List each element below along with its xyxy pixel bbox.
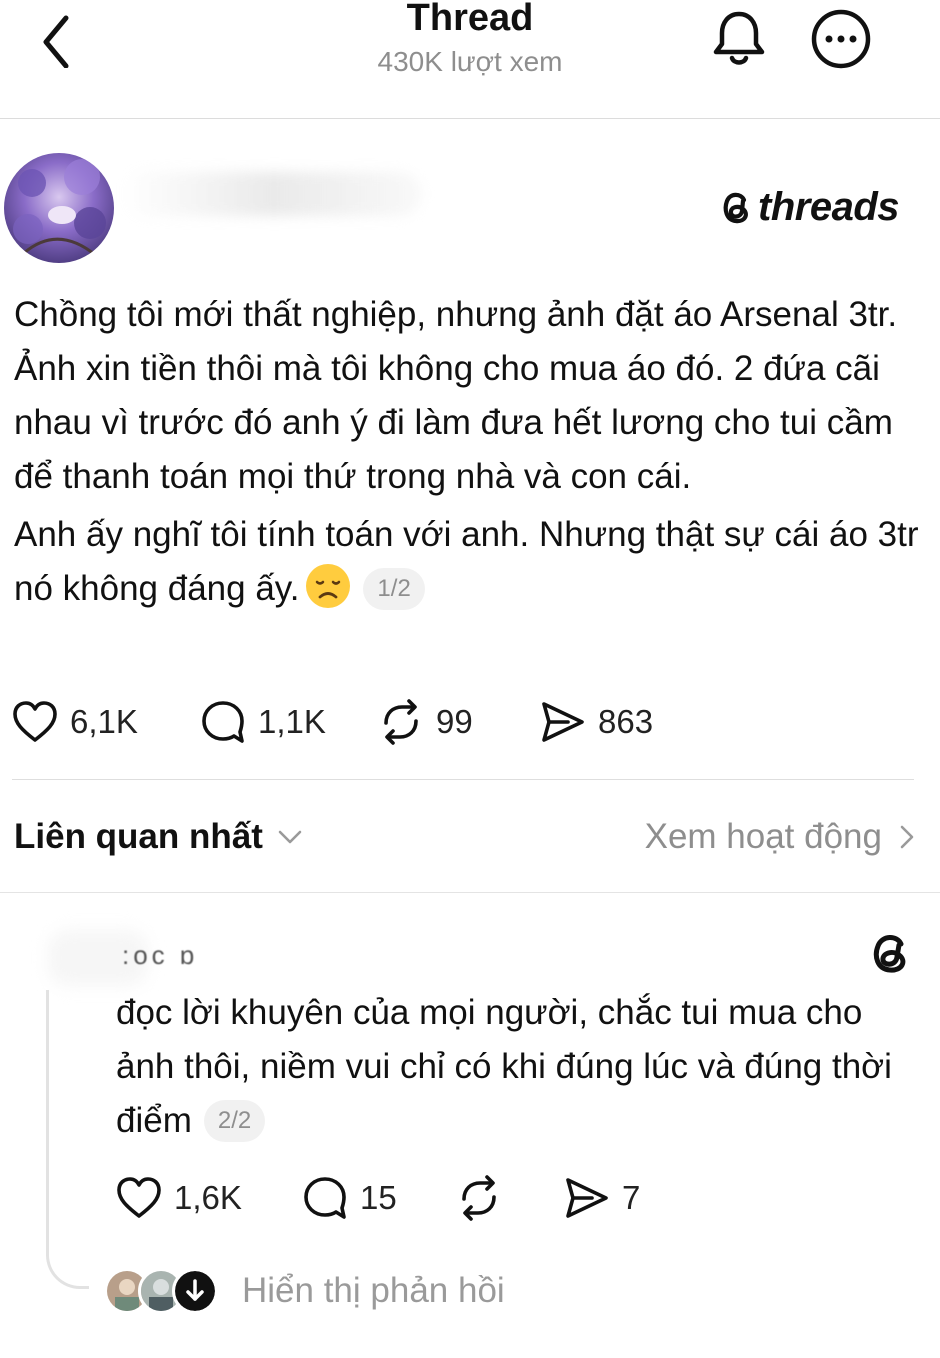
like-count: 6,1K [70,703,138,740]
avatar-image [4,153,114,263]
more-circle-icon [811,9,871,69]
heart-icon [117,1177,161,1218]
threads-logo-icon [873,935,906,973]
chevron-down-icon [278,830,302,844]
sort-label: Liên quan nhất [14,817,263,856]
show-replies-button[interactable]: Hiển thị phản hồi [104,1266,505,1316]
divider [12,779,914,780]
page-indicator: 2/2 [203,1100,266,1142]
repost-button[interactable] [456,1173,502,1223]
like-button[interactable]: 6,1K [12,697,138,747]
post-actions: 6,1K 1,1K 99 863 [12,697,912,747]
repost-icon [462,1175,496,1221]
like-count: 1,6K [174,1179,242,1216]
thread-connector-line [46,990,89,1289]
comment-button[interactable]: 15 [302,1173,397,1223]
comment-count: 1,1K [258,703,326,740]
page-title: Thread [406,0,534,39]
threads-logo-button[interactable] [866,928,914,976]
bell-icon [713,11,765,65]
brand-wordmark: threads [758,184,900,229]
threads-logo-icon [723,192,748,224]
arrow-down-circle-icon [172,1268,218,1314]
view-activity-label: Xem hoạt động [644,817,882,856]
reply-author-name[interactable]: :oc ɒ [122,940,198,971]
threads-brand: threads [718,182,900,232]
share-button[interactable]: 7 [564,1173,640,1223]
comment-bubble-icon [202,701,244,743]
reply-actions: 1,6K 15 7 [116,1173,816,1223]
like-button[interactable]: 1,6K [116,1173,242,1223]
reply-body: đọc lời khuyên của mọi người, chắc tui m… [116,986,916,1148]
send-icon [542,702,584,742]
share-count: 7 [622,1179,641,1216]
heart-icon [13,701,57,742]
top-bar: Thread 430K lượt xem [0,0,940,119]
post-body: Chồng tôi mới thất nghiệp, nhưng ảnh đặt… [14,288,924,616]
comment-count: 15 [360,1179,397,1216]
post-paragraph: Chồng tôi mới thất nghiệp, nhưng ảnh đặt… [14,295,898,496]
author-avatar[interactable] [4,153,114,263]
more-options-button[interactable] [810,8,872,70]
notifications-button[interactable] [710,8,768,68]
share-button[interactable]: 863 [540,697,653,747]
divider [0,892,940,893]
send-icon [566,1178,608,1218]
page-indicator: 1/2 [363,568,425,610]
repost-icon [384,699,418,745]
view-activity-link[interactable]: Xem hoạt động [645,814,914,860]
comment-button[interactable]: 1,1K [200,697,326,747]
disappointed-face-emoji [306,564,351,608]
share-count: 863 [598,703,654,740]
post-paragraph: Anh ấy nghĩ tôi tính toán với anh. Nhưng… [14,508,924,616]
sort-dropdown[interactable]: Liên quan nhất [14,814,303,860]
repost-count: 99 [436,703,473,740]
author-name-blurred[interactable] [122,172,422,216]
repost-button[interactable]: 99 [378,697,473,747]
chevron-right-icon [900,825,914,849]
show-replies-label: Hiển thị phản hồi [242,1271,505,1310]
post-paragraph-text: Anh ấy nghĩ tôi tính toán với anh. Nhưng… [14,515,919,608]
view-count: 430K lượt xem [377,46,563,77]
comment-bubble-icon [304,1177,346,1219]
